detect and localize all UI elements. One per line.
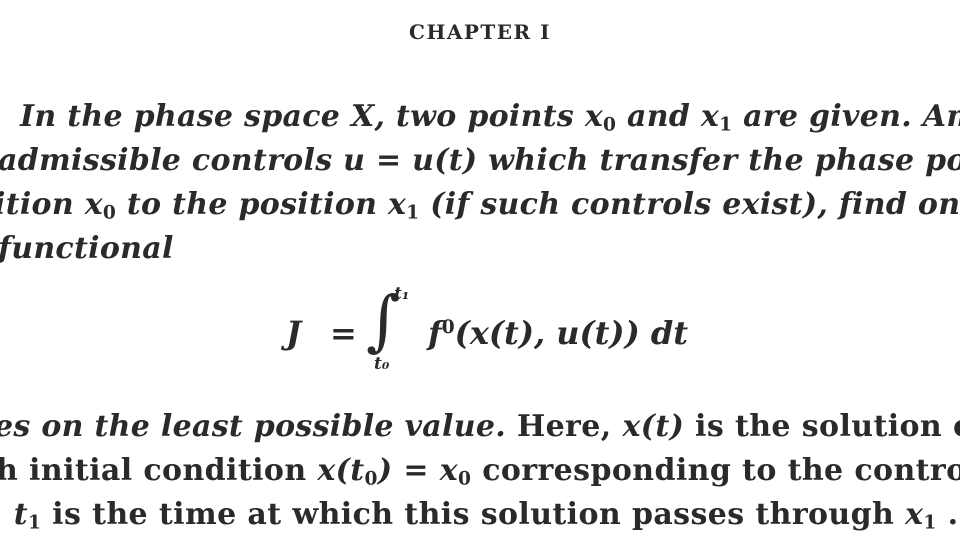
text-fragment: is the solution of eq — [695, 409, 960, 444]
math-inline: x — [905, 497, 924, 532]
chapter-heading: CHAPTER I — [409, 20, 551, 44]
math-inline: x(t — [317, 453, 365, 488]
formula-lhs: J — [286, 314, 302, 352]
text-fragment: Here, — [505, 409, 623, 444]
integrand-function: f — [428, 314, 442, 352]
subscript: 1 — [923, 512, 937, 534]
subscript: 1 — [406, 202, 420, 224]
display-formula: J = ∫ t₁ t₀ f0(x(t), u(t)) dt — [286, 284, 706, 376]
subscript: 0 — [102, 202, 117, 224]
integrand-arguments: (x(t), u(t)) dt — [454, 314, 688, 352]
text-fragment: is the time at which this solution passe… — [41, 497, 906, 532]
math-inline: x — [439, 453, 458, 488]
text-fragment: (if such controls exist), find one for u — [430, 187, 960, 222]
text-line-1: In the phase space X, two points x0 and … — [20, 99, 960, 135]
text-fragment: h initial condition — [0, 453, 318, 488]
integral-lower-limit: t₀ — [374, 354, 390, 374]
text-line-7: h initial condition x(t0) = x0 correspon… — [0, 453, 960, 489]
text-line-2: admissible controls u = u(t) which trans… — [0, 143, 960, 178]
text-fragment: , — [0, 497, 14, 532]
text-fragment: = — [392, 453, 440, 488]
integral-upper-limit: t₁ — [394, 284, 410, 304]
text-line-3: ition x0 to the position x1 (if such con… — [0, 187, 960, 223]
math-inline: t — [13, 497, 28, 532]
subscript: 1 — [719, 114, 733, 136]
text-fragment: and x — [616, 99, 720, 134]
text-fragment-italic: es on the least possible value. — [0, 409, 506, 444]
subscript: 0 — [458, 468, 472, 490]
math-inline: x(t) — [622, 409, 685, 444]
text-fragment: ition x — [0, 187, 103, 222]
subscript: 0 — [364, 468, 378, 490]
subscript: 1 — [27, 512, 42, 534]
subscript: 0 — [603, 114, 617, 136]
text-line-4: functional — [0, 231, 174, 266]
math-inline: ) — [377, 453, 393, 488]
formula-equals: = — [330, 314, 357, 352]
text-fragment: . — [936, 497, 959, 532]
text-line-6: es on the least possible value. Here, x(… — [0, 412, 960, 442]
text-line-8: , t1 is the time at which this solution … — [0, 497, 959, 533]
text-fragment: are given. Amon — [743, 99, 960, 134]
book-page: CHAPTER I In the phase space X, two poin… — [0, 0, 960, 540]
text-fragment: to the position x — [116, 187, 407, 222]
superscript: 0 — [441, 316, 455, 338]
text-fragment: corresponding to the control — [471, 453, 960, 488]
integrand: f0(x(t), u(t)) dt — [428, 314, 688, 352]
text-fragment: In the phase space X, two points x — [20, 99, 604, 134]
